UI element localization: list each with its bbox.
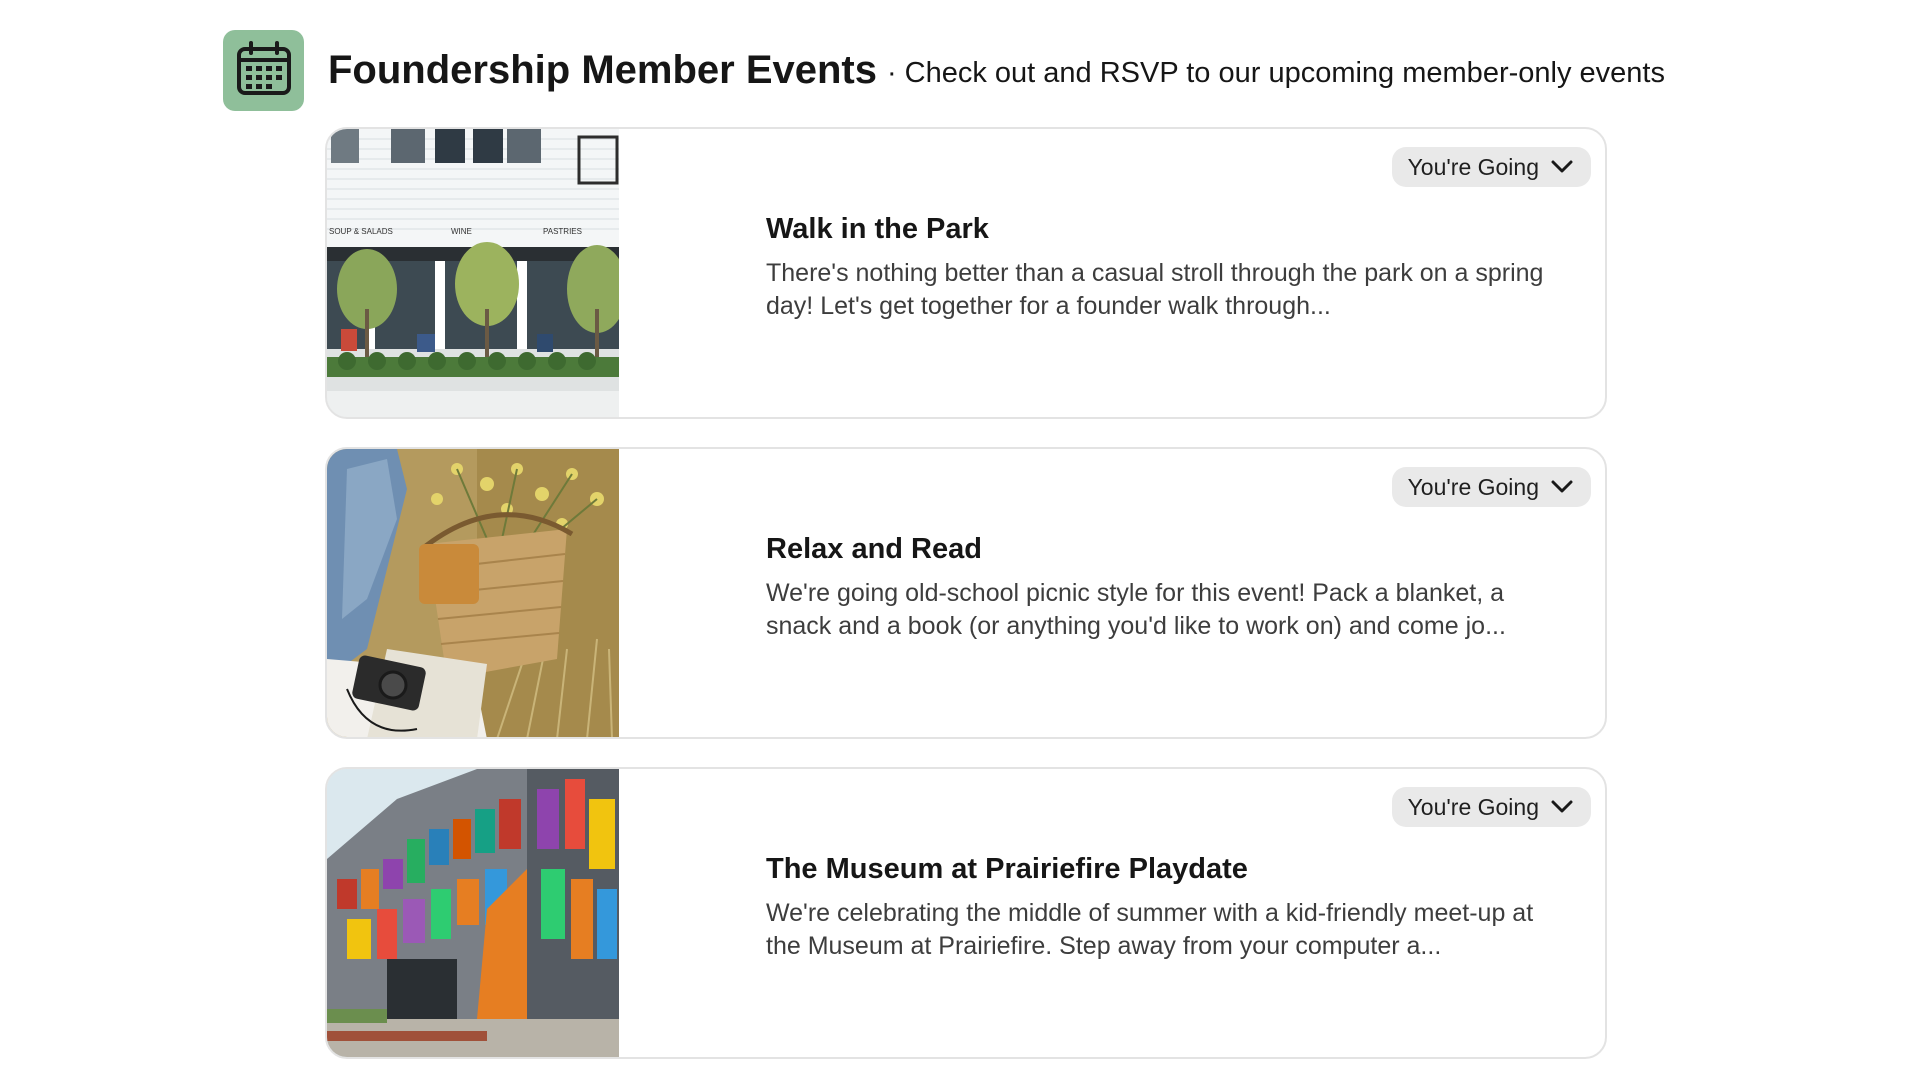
events-page: Foundership Member Events · Check out an…: [0, 0, 1920, 1080]
event-details: Relax and Read We're going old-school pi…: [766, 531, 1566, 643]
rsvp-label: You're Going: [1407, 793, 1539, 820]
museum-photo[interactable]: [327, 769, 619, 1057]
event-card[interactable]: You're Going Relax and Read We're going …: [325, 447, 1607, 739]
event-title[interactable]: The Museum at Prairiefire Playdate: [766, 851, 1566, 887]
page-subtitle: Check out and RSVP to our upcoming membe…: [904, 56, 1665, 89]
event-title[interactable]: Walk in the Park: [766, 211, 1566, 247]
event-description: We're going old-school picnic style for …: [766, 579, 1506, 640]
event-list: SOUP & SALADS WINE PASTRIES You're Going…: [325, 127, 1607, 1080]
rsvp-dropdown[interactable]: You're Going: [1391, 467, 1591, 507]
chevron-down-icon: [1551, 480, 1573, 494]
rsvp-label: You're Going: [1407, 473, 1539, 500]
event-details: The Museum at Prairiefire Playdate We're…: [766, 851, 1566, 963]
sign-soup-salads: SOUP & SALADS: [329, 227, 393, 236]
sign-pastries: PASTRIES: [543, 227, 582, 236]
chevron-down-icon: [1551, 160, 1573, 174]
event-card[interactable]: You're Going The Museum at Prairiefire P…: [325, 767, 1607, 1059]
event-description: There's nothing better than a casual str…: [766, 259, 1544, 320]
rsvp-dropdown[interactable]: You're Going: [1391, 147, 1591, 187]
page-header: Foundership Member Events · Check out an…: [223, 29, 1665, 111]
rsvp-label: You're Going: [1407, 153, 1539, 180]
event-title[interactable]: Relax and Read: [766, 531, 1566, 567]
calendar-icon: [223, 29, 304, 111]
event-details: Walk in the Park There's nothing better …: [766, 211, 1566, 323]
picnic-basket-photo[interactable]: [327, 449, 619, 737]
rsvp-dropdown[interactable]: You're Going: [1391, 787, 1591, 827]
sign-wine: WINE: [451, 227, 472, 236]
event-card[interactable]: SOUP & SALADS WINE PASTRIES You're Going…: [325, 127, 1607, 419]
storefront-photo[interactable]: SOUP & SALADS WINE PASTRIES: [327, 129, 619, 417]
chevron-down-icon: [1551, 800, 1573, 814]
page-title: Foundership Member Events: [328, 47, 877, 92]
event-description: We're celebrating the middle of summer w…: [766, 899, 1534, 960]
title-separator: ·: [886, 56, 897, 89]
